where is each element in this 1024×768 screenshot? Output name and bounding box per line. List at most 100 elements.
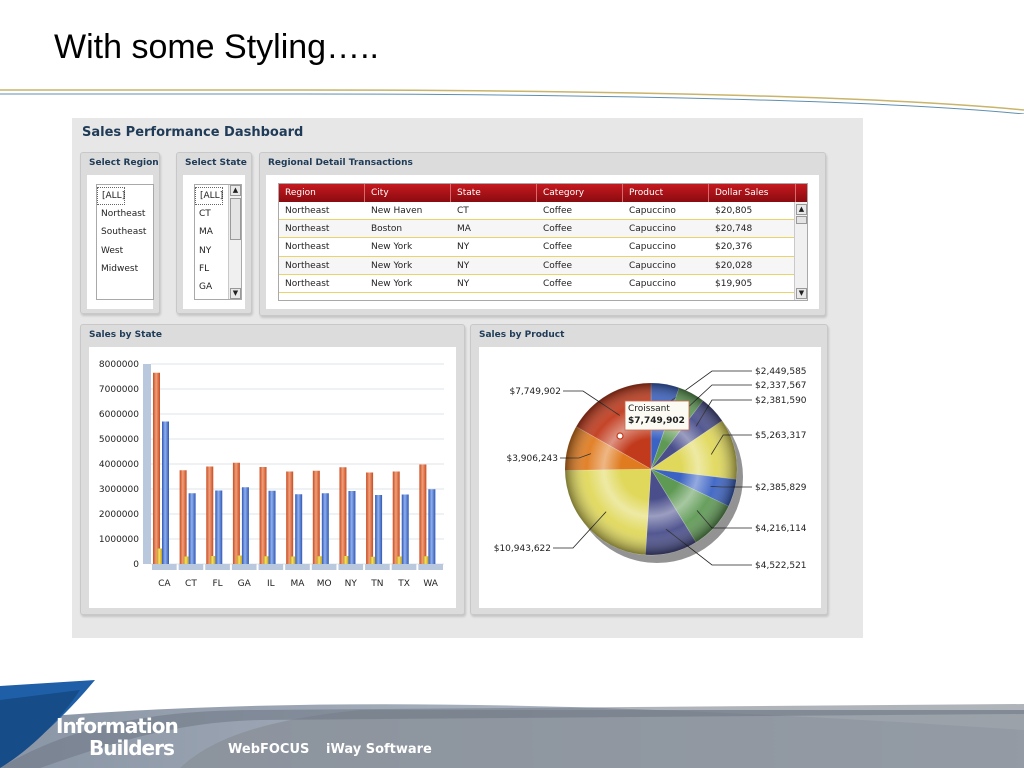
bar[interactable]: [241, 487, 249, 564]
bar[interactable]: [286, 471, 294, 565]
table-cell: Capuccino: [629, 260, 676, 271]
state-option[interactable]: FL: [195, 260, 229, 278]
bar[interactable]: [348, 491, 356, 564]
bar[interactable]: [263, 556, 269, 564]
bar[interactable]: [179, 470, 187, 564]
state-option[interactable]: GA: [195, 278, 229, 296]
state-option[interactable]: MA: [195, 223, 229, 241]
bar[interactable]: [236, 555, 242, 565]
grid-column-header[interactable]: Region: [279, 184, 365, 202]
grid-scrollbar[interactable]: ▲ ▼: [794, 202, 807, 300]
table-cell: Coffee: [543, 260, 573, 271]
x-tick-label: MA: [291, 579, 306, 589]
bar[interactable]: [321, 493, 329, 564]
bar[interactable]: [343, 556, 349, 564]
bar[interactable]: [206, 466, 214, 565]
table-cell: MA: [457, 224, 471, 235]
product-webfocus: WebFOCUS: [228, 742, 310, 757]
slide-title: With some Styling…..: [54, 28, 379, 66]
scroll-up-icon[interactable]: ▲: [230, 185, 241, 196]
table-cell: Capuccino: [629, 278, 676, 289]
sales-by-product-title: Sales by Product: [479, 330, 565, 340]
bar[interactable]: [157, 548, 162, 565]
transactions-grid[interactable]: Region City State Category Product Dollar Sal…: [278, 183, 808, 301]
table-row[interactable]: Northeast New York NY Coffee Capuccino $19,90…: [279, 275, 796, 293]
bar[interactable]: [428, 489, 436, 564]
bar[interactable]: [268, 490, 276, 564]
bar[interactable]: [295, 494, 303, 564]
region-panel-title: Select Region: [89, 158, 159, 168]
bar[interactable]: [316, 556, 322, 564]
table-cell: New York: [371, 278, 413, 289]
scroll-down-icon[interactable]: ▼: [796, 288, 807, 299]
bar[interactable]: [232, 462, 240, 564]
grid-column-header[interactable]: City: [365, 184, 451, 202]
region-option[interactable]: West: [97, 242, 153, 260]
bar[interactable]: [188, 493, 196, 564]
table-cell: Capuccino: [629, 242, 676, 253]
table-row[interactable]: Northeast Boston MA Coffee Capuccino $20,748: [279, 220, 796, 239]
pie-slice-label: $7,749,902: [509, 387, 561, 397]
bar[interactable]: [312, 470, 320, 564]
pie-slice-label: $4,522,521: [755, 561, 807, 571]
table-cell: Northeast: [285, 206, 330, 216]
table-cell: NY: [457, 278, 470, 289]
bar[interactable]: [375, 495, 383, 564]
table-cell: Boston: [371, 224, 403, 235]
bar[interactable]: [290, 556, 296, 565]
table-cell: Coffee: [543, 242, 573, 253]
x-tick-label: WA: [423, 579, 438, 589]
region-option[interactable]: [ALL]: [97, 187, 125, 206]
category-base: [258, 564, 284, 570]
pie-slice-label: $2,449,585: [755, 367, 807, 377]
table-cell: Capuccino: [629, 224, 676, 235]
state-option[interactable]: NY: [195, 242, 229, 260]
bar[interactable]: [366, 472, 374, 565]
sales-by-state-chart: 8000000 7000000 6000000 5000000 4000000 30000…: [99, 360, 444, 589]
grid-column-header[interactable]: Dollar Sales: [709, 184, 796, 202]
state-listbox[interactable]: [ALL] CT MA NY FL GA ▲ ▼: [194, 184, 242, 300]
y-tick-label: 1000000: [99, 535, 139, 545]
table-row[interactable]: Northeast New York NY Coffee Capuccino $20,37…: [279, 238, 796, 257]
bar[interactable]: [423, 556, 429, 564]
state-option[interactable]: [ALL]: [195, 187, 223, 206]
brand-logo-line2: Builders: [89, 736, 175, 760]
state-panel: Select State [ALL] CT MA NY FL GA ▲ ▼: [176, 152, 252, 314]
grid-column-header[interactable]: State: [451, 184, 537, 202]
region-option[interactable]: Northeast: [97, 205, 153, 223]
bar[interactable]: [392, 471, 400, 565]
bar[interactable]: [210, 556, 216, 564]
x-tick-label: TN: [370, 579, 383, 589]
region-listbox[interactable]: [ALL] Northeast Southeast West Midwest: [96, 184, 154, 300]
hover-marker: [616, 432, 624, 440]
scroll-down-icon[interactable]: ▼: [230, 288, 241, 299]
grid-column-header[interactable]: Category: [537, 184, 623, 202]
state-scrollbar[interactable]: ▲ ▼: [228, 185, 241, 299]
scroll-up-icon[interactable]: ▲: [796, 204, 807, 215]
y-tick-label: 3000000: [99, 485, 139, 495]
region-option[interactable]: Midwest: [97, 260, 153, 278]
bar[interactable]: [339, 467, 347, 564]
bar[interactable]: [419, 464, 427, 565]
bar[interactable]: [259, 467, 267, 564]
bar[interactable]: [396, 556, 402, 565]
table-row[interactable]: Northeast New Haven CT Coffee Capuccino $20,8…: [279, 202, 796, 221]
grid-column-header[interactable]: Product: [623, 184, 709, 202]
bar[interactable]: [162, 421, 169, 565]
pie-slice-label: $2,337,567: [755, 381, 807, 391]
bar[interactable]: [215, 490, 223, 565]
category-base: [152, 564, 177, 570]
bar[interactable]: [370, 556, 376, 564]
scrollbar-thumb[interactable]: [796, 216, 807, 224]
bar[interactable]: [401, 494, 409, 565]
bar[interactable]: [153, 372, 160, 564]
y-tick-label: 5000000: [99, 435, 139, 445]
table-cell: Northeast: [285, 260, 330, 271]
state-option[interactable]: CT: [195, 205, 229, 223]
region-option[interactable]: Southeast: [97, 223, 153, 241]
scrollbar-thumb[interactable]: [230, 198, 241, 240]
category-base: [338, 564, 364, 570]
table-row[interactable]: Northeast New York NY Coffee Capuccino $20,02…: [279, 256, 796, 275]
bar[interactable]: [183, 556, 189, 565]
title-divider: [0, 89, 1024, 114]
